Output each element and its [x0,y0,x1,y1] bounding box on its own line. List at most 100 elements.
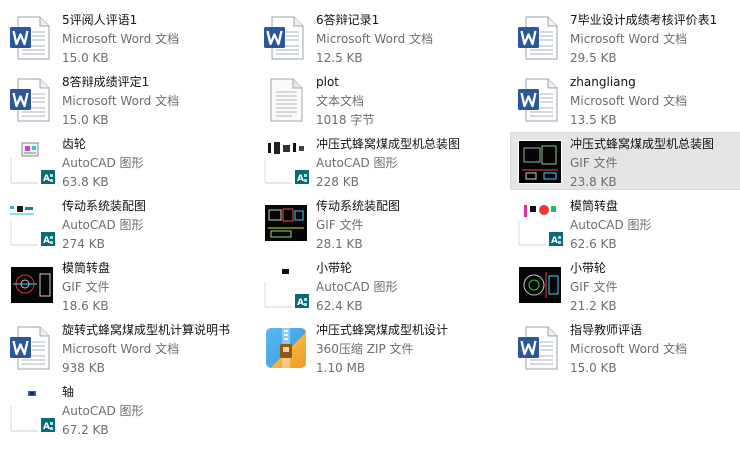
file-size: 67.2 KB [62,423,109,437]
file-name: 冲压式蜂窝煤成型机总装图 [570,137,715,151]
file-type: Microsoft Word 文档 [316,32,434,46]
file-item[interactable]: plot 文本文档 1018 字节 [256,70,506,128]
file-item[interactable]: 模筒转盘 GIF 文件 18.6 KB [2,256,252,314]
file-item[interactable]: A 传动系统装配图 AutoCAD 图形 274 KB [2,194,252,252]
file-details: 旋转式蜂窝煤成型机计算说明书 Microsoft Word 文档 938 KB [62,321,247,378]
text-doc-icon [262,76,310,124]
file-type: 文本文档 [316,94,365,108]
file-details: 5评阅人评语1 Microsoft Word 文档 15.0 KB [62,11,247,68]
file-name: 指导教师评语 [570,323,643,337]
file-details: 冲压式蜂窝煤成型机总装图 GIF 文件 23.8 KB [570,135,740,192]
file-size: 18.6 KB [62,299,109,313]
file-type: 360压缩 ZIP 文件 [316,342,414,356]
file-name: 冲压式蜂窝煤成型机总装图 [316,137,461,151]
file-details: 传动系统装配图 AutoCAD 图形 274 KB [62,197,247,254]
zip-archive-icon [262,324,310,372]
file-type: AutoCAD 图形 [570,218,652,232]
file-details: plot 文本文档 1018 字节 [316,73,501,130]
file-details: 6答辩记录1 Microsoft Word 文档 12.5 KB [316,11,501,68]
file-item[interactable]: 6答辩记录1 Microsoft Word 文档 12.5 KB [256,8,506,66]
file-details: 齿轮 AutoCAD 图形 63.8 KB [62,135,247,192]
file-details: 指导教师评语 Microsoft Word 文档 15.0 KB [570,321,740,378]
file-name: plot [316,75,339,89]
file-name: 旋转式蜂窝煤成型机计算说明书 [62,323,231,337]
gif-image-icon [262,200,310,248]
file-item[interactable]: A 冲压式蜂窝煤成型机总装图 AutoCAD 图形 228 KB [256,132,506,190]
file-item[interactable]: A 齿轮 AutoCAD 图形 63.8 KB [2,132,252,190]
file-item[interactable]: 旋转式蜂窝煤成型机计算说明书 Microsoft Word 文档 938 KB [2,318,252,376]
file-name: 冲压式蜂窝煤成型机设计 [316,323,449,337]
gif-image-icon [516,138,564,186]
file-type: AutoCAD 图形 [62,218,144,232]
file-item[interactable]: A 模筒转盘 AutoCAD 图形 62.6 KB [510,194,740,252]
file-item[interactable]: 冲压式蜂窝煤成型机设计 360压缩 ZIP 文件 1.10 MB [256,318,506,376]
file-type: GIF 文件 [570,156,618,170]
file-size: 28.1 KB [316,237,363,251]
file-size: 13.5 KB [570,113,617,127]
autocad-drawing-icon: A [8,200,56,248]
file-item[interactable]: 传动系统装配图 GIF 文件 28.1 KB [256,194,506,252]
file-list-view: 5评阅人评语1 Microsoft Word 文档 15.0 KB 6答辩记录1 Mic… [0,0,740,456]
word-doc-icon [516,14,564,62]
file-name: 7毕业设计成绩考核评价表1 [570,13,718,27]
file-type: AutoCAD 图形 [62,404,144,418]
file-type: GIF 文件 [570,280,618,294]
autocad-drawing-icon: A [8,386,56,434]
file-type: Microsoft Word 文档 [570,32,688,46]
file-details: 传动系统装配图 GIF 文件 28.1 KB [316,197,501,254]
file-details: 轴 AutoCAD 图形 67.2 KB [62,383,247,440]
autocad-drawing-icon: A [8,138,56,186]
file-size: 23.8 KB [570,175,617,189]
file-name: 轴 [62,385,75,399]
file-item[interactable]: 冲压式蜂窝煤成型机总装图 GIF 文件 23.8 KB [510,132,740,190]
file-item[interactable]: zhangliang Microsoft Word 文档 13.5 KB [510,70,740,128]
file-size: 21.2 KB [570,299,617,313]
svg-text:A: A [297,298,304,308]
file-details: 冲压式蜂窝煤成型机总装图 AutoCAD 图形 228 KB [316,135,501,192]
file-type: GIF 文件 [62,280,110,294]
file-details: 8答辩成绩评定1 Microsoft Word 文档 15.0 KB [62,73,247,130]
file-size: 15.0 KB [62,51,109,65]
file-name: 小带轮 [316,261,353,275]
file-type: GIF 文件 [316,218,364,232]
file-size: 29.5 KB [570,51,617,65]
gif-image-icon [516,262,564,310]
file-name: zhangliang [570,75,636,89]
file-size: 62.4 KB [316,299,363,313]
file-name: 5评阅人评语1 [62,13,138,27]
file-item[interactable]: 7毕业设计成绩考核评价表1 Microsoft Word 文档 29.5 KB [510,8,740,66]
word-doc-icon [8,76,56,124]
file-size: 938 KB [62,361,105,375]
file-size: 274 KB [62,237,105,251]
file-name: 齿轮 [62,137,87,151]
file-name: 传动系统装配图 [316,199,401,213]
svg-text:A: A [551,236,558,246]
file-size: 12.5 KB [316,51,363,65]
file-type: Microsoft Word 文档 [62,32,180,46]
file-size: 62.6 KB [570,237,617,251]
file-item[interactable]: 8答辩成绩评定1 Microsoft Word 文档 15.0 KB [2,70,252,128]
word-doc-icon [8,324,56,372]
file-item[interactable]: A 轴 AutoCAD 图形 67.2 KB [2,380,252,438]
file-details: zhangliang Microsoft Word 文档 13.5 KB [570,73,740,130]
file-item[interactable]: 5评阅人评语1 Microsoft Word 文档 15.0 KB [2,8,252,66]
file-name: 传动系统装配图 [62,199,147,213]
file-details: 模筒转盘 GIF 文件 18.6 KB [62,259,247,316]
svg-text:A: A [43,236,50,246]
file-type: Microsoft Word 文档 [62,94,180,108]
svg-text:A: A [43,422,50,432]
file-item[interactable]: 指导教师评语 Microsoft Word 文档 15.0 KB [510,318,740,376]
file-type: Microsoft Word 文档 [570,94,688,108]
gif-image-icon [8,262,56,310]
file-item[interactable]: A 小带轮 AutoCAD 图形 62.4 KB [256,256,506,314]
word-doc-icon [8,14,56,62]
file-type: AutoCAD 图形 [316,156,398,170]
file-size: 1018 字节 [316,113,375,127]
file-type: Microsoft Word 文档 [62,342,180,356]
file-size: 15.0 KB [62,113,109,127]
word-doc-icon [516,324,564,372]
file-size: 228 KB [316,175,359,189]
file-item[interactable]: 小带轮 GIF 文件 21.2 KB [510,256,740,314]
autocad-drawing-icon: A [262,138,310,186]
file-size: 1.10 MB [316,361,366,375]
